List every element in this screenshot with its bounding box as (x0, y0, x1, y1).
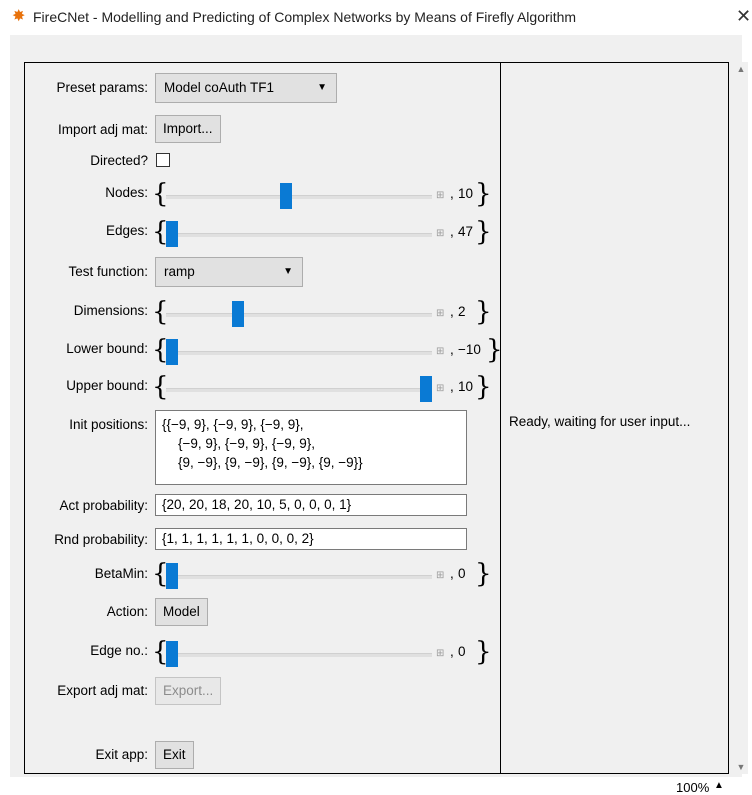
test-function-dropdown[interactable]: ramp ▼ (155, 257, 303, 287)
slider-expand-icon[interactable]: ⊞ (436, 383, 444, 394)
slider-thumb[interactable] (166, 641, 178, 667)
slider-thumb[interactable] (232, 301, 245, 327)
slider-close-brace: } (475, 297, 492, 327)
init-positions-line: {{−9, 9}, {−9, 9}, {−9, 9}, (162, 417, 304, 432)
chevron-down-icon: ▼ (317, 82, 327, 93)
slider-expand-icon[interactable]: ⊞ (436, 570, 444, 581)
rnd-probability-field[interactable]: {1, 1, 1, 1, 1, 1, 0, 0, 0, 2} (155, 528, 467, 550)
slider-separator: , (450, 342, 454, 357)
init-positions-label: Init positions: (69, 417, 148, 432)
exit-button[interactable]: Exit (155, 741, 194, 769)
rnd-probability-label: Rnd probability: (54, 532, 148, 547)
slider-track[interactable] (166, 195, 432, 199)
scroll-down-icon[interactable]: ▼ (734, 760, 748, 774)
slider-track[interactable] (166, 575, 432, 579)
init-positions-line: {−9, 9}, {−9, 9}, {−9, 9}, (178, 436, 316, 451)
vertical-scrollbar[interactable]: ▲ ▼ (734, 62, 748, 774)
slider-value: 47 (458, 224, 474, 239)
slider-value: 0 (458, 566, 466, 581)
slider-close-brace: } (486, 335, 503, 365)
export-adj-mat-label: Export adj mat: (57, 683, 148, 698)
act-probability-label: Act probability: (59, 498, 148, 513)
slider-close-brace: } (475, 637, 492, 667)
test-function-label: Test function: (68, 264, 148, 279)
edges-slider[interactable]: {⊞, 47} (0, 217, 500, 248)
chevron-down-icon: ▼ (283, 266, 293, 277)
title-bar: ✸ FireCNet - Modelling and Predicting of… (0, 0, 752, 34)
beta-min-slider[interactable]: {⊞, 0} (0, 559, 500, 590)
directed-label: Directed? (90, 153, 148, 168)
preset-params-value: Model coAuth TF1 (164, 80, 275, 95)
slider-track[interactable] (166, 313, 432, 317)
status-text: Ready, waiting for user input... (509, 414, 691, 429)
action-label: Action: (106, 604, 148, 619)
slider-value: −10 (458, 342, 481, 357)
model-button[interactable]: Model (155, 598, 208, 626)
zoom-level[interactable]: 100% (676, 780, 709, 795)
import-button[interactable]: Import... (155, 115, 221, 143)
export-button[interactable]: Export... (155, 677, 222, 705)
import-adj-mat-label: Import adj mat: (57, 122, 148, 137)
preset-params-label: Preset params: (56, 80, 148, 95)
slider-open-brace: { (152, 179, 169, 209)
close-icon[interactable]: ✕ (736, 6, 751, 27)
scroll-up-icon[interactable]: ▲ (734, 62, 748, 76)
exit-app-label: Exit app: (95, 747, 148, 762)
slider-thumb[interactable] (420, 376, 432, 402)
slider-separator: , (450, 644, 454, 659)
slider-expand-icon[interactable]: ⊞ (436, 308, 444, 319)
slider-open-brace: { (152, 372, 169, 402)
slider-close-brace: } (475, 217, 492, 247)
edge-no-slider[interactable]: {⊞, 0} (0, 637, 500, 668)
slider-thumb[interactable] (166, 339, 178, 365)
slider-track[interactable] (166, 351, 432, 355)
slider-expand-icon[interactable]: ⊞ (436, 228, 444, 239)
slider-separator: , (450, 224, 454, 239)
test-function-value: ramp (164, 264, 195, 279)
firefly-app-icon: ✸ (12, 8, 26, 25)
slider-separator: , (450, 304, 454, 319)
slider-separator: , (450, 379, 454, 394)
lower-bound-slider[interactable]: {⊞, −10} (0, 335, 503, 366)
upper-bound-slider[interactable]: { ⊞, 10} (0, 372, 500, 403)
slider-separator: , (450, 566, 454, 581)
slider-thumb[interactable] (280, 183, 293, 209)
init-positions-line: {9, −9}, {9, −9}, {9, −9}, {9, −9}} (178, 455, 363, 470)
slider-close-brace: } (475, 372, 492, 402)
slider-close-brace: } (475, 559, 492, 589)
status-panel: Ready, waiting for user input... (501, 62, 729, 774)
preset-params-dropdown[interactable]: Model coAuth TF1 ▼ (155, 73, 337, 103)
slider-thumb[interactable] (166, 221, 178, 247)
window-title: FireCNet - Modelling and Predicting of C… (33, 9, 577, 25)
init-positions-field[interactable]: {{−9, 9}, {−9, 9}, {−9, 9}, {−9, 9}, {−9… (155, 410, 467, 485)
nodes-slider[interactable]: { ⊞, 10} (0, 179, 500, 210)
slider-separator: , (450, 186, 454, 201)
slider-expand-icon[interactable]: ⊞ (436, 190, 444, 201)
slider-value: 10 (458, 379, 474, 394)
slider-track[interactable] (166, 388, 432, 392)
dimensions-slider[interactable]: { ⊞, 2} (0, 297, 500, 328)
slider-thumb[interactable] (166, 563, 178, 589)
slider-value: 10 (458, 186, 474, 201)
slider-value: 2 (458, 304, 466, 319)
slider-expand-icon[interactable]: ⊞ (436, 346, 444, 357)
slider-close-brace: } (475, 179, 492, 209)
status-bar: 100% ▲ (0, 777, 752, 795)
slider-open-brace: { (152, 297, 169, 327)
slider-track[interactable] (166, 653, 432, 657)
directed-checkbox[interactable] (156, 153, 170, 167)
zoom-menu-icon[interactable]: ▲ (714, 780, 724, 791)
slider-track[interactable] (166, 233, 432, 237)
slider-expand-icon[interactable]: ⊞ (436, 648, 444, 659)
act-probability-field[interactable]: {20, 20, 18, 20, 10, 5, 0, 0, 0, 1} (155, 494, 467, 516)
slider-value: 0 (458, 644, 466, 659)
